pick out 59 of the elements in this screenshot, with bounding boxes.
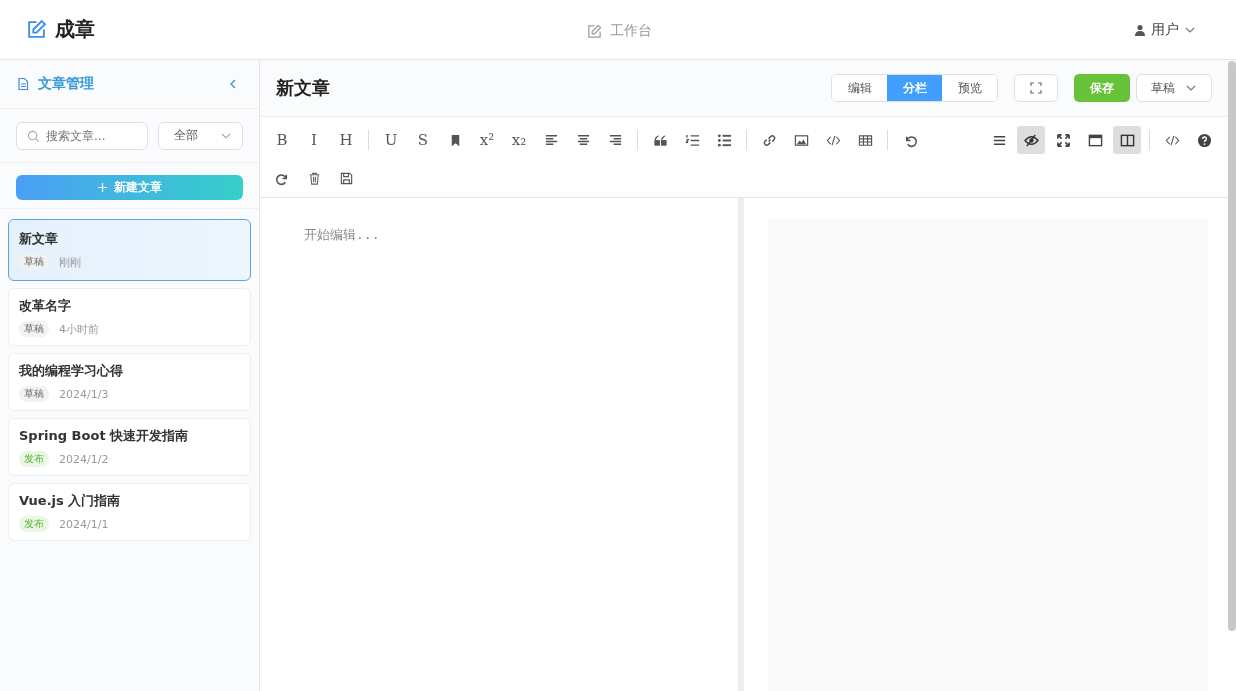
status-tag: 草稿 [19,386,49,402]
status-tag: 发布 [19,451,49,467]
save-icon[interactable] [338,170,354,186]
article-card[interactable]: Spring Boot 快速开发指南 发布 2024/1/2 [8,418,251,476]
help-icon[interactable] [1196,132,1212,148]
status-select[interactable]: 草稿 [1136,74,1212,102]
columns-icon[interactable] [1119,132,1135,148]
article-title: Vue.js 入门指南 [19,492,122,510]
article-time: 2024/1/2 [59,452,109,466]
fullscreen-icon [1030,82,1042,94]
format-icon[interactable]: x₂ [511,132,527,148]
status-tag: 草稿 [19,321,49,337]
format-icon[interactable]: U [384,132,398,148]
article-card[interactable]: 我的编程学习心得 草稿 2024/1/3 [8,353,251,411]
scrollbar[interactable] [1228,61,1236,631]
article-title: 新文章 [276,76,330,100]
article-time: 2024/1/1 [59,517,109,531]
format-icon[interactable]: S [417,132,429,148]
bullet-list-icon[interactable] [716,132,732,148]
eye-slash-icon[interactable] [1023,132,1039,148]
search-icon [27,129,40,143]
status-tag: 发布 [19,516,49,532]
link-icon[interactable] [761,132,777,148]
article-card[interactable]: 新文章 草稿 刚刚 [8,219,251,281]
table-icon[interactable] [857,132,873,148]
sidebar-title: 文章管理 [38,75,94,93]
edit-icon [26,19,47,40]
article-title: 我的编程学习心得 [19,362,124,380]
toolbar-toggle[interactable] [1017,126,1045,154]
user-menu[interactable]: 用户 [1134,20,1196,39]
toolbar-toggle[interactable] [1113,126,1141,154]
ordered-list-icon[interactable] [684,132,700,148]
format-icon[interactable]: B [276,132,288,148]
article-card[interactable]: 改革名字 草稿 4小时前 [8,288,251,346]
image-icon[interactable] [793,132,809,148]
format-icon[interactable]: x² [479,132,495,148]
document-icon [16,77,30,91]
search-field[interactable]: 搜索文章... [16,121,148,150]
status-tag: 草稿 [19,254,49,270]
format-icon[interactable]: I [311,132,317,148]
quote-icon[interactable] [652,132,668,148]
format-icon[interactable]: H [339,132,353,148]
article-time: 4小时前 [59,321,99,337]
plus-icon [97,182,108,193]
article-card[interactable]: Vue.js 入门指南 发布 2024/1/1 [8,483,251,541]
user-icon [1134,23,1146,36]
expand-icon[interactable] [1055,132,1071,148]
align-center-icon[interactable] [575,132,591,148]
article-title: 新文章 [19,230,59,248]
article-time: 2024/1/3 [59,387,109,401]
article-time: 刚刚 [59,254,81,270]
article-title: Spring Boot 快速开发指南 [19,427,190,445]
filter-select[interactable]: 全部 [158,121,243,150]
align-left-icon[interactable] [543,132,559,148]
window-icon[interactable] [1087,132,1103,148]
align-right-icon[interactable] [607,132,623,148]
edit-icon [587,23,602,39]
article-title: 改革名字 [19,297,72,315]
app-logo: 成章 [55,16,95,43]
